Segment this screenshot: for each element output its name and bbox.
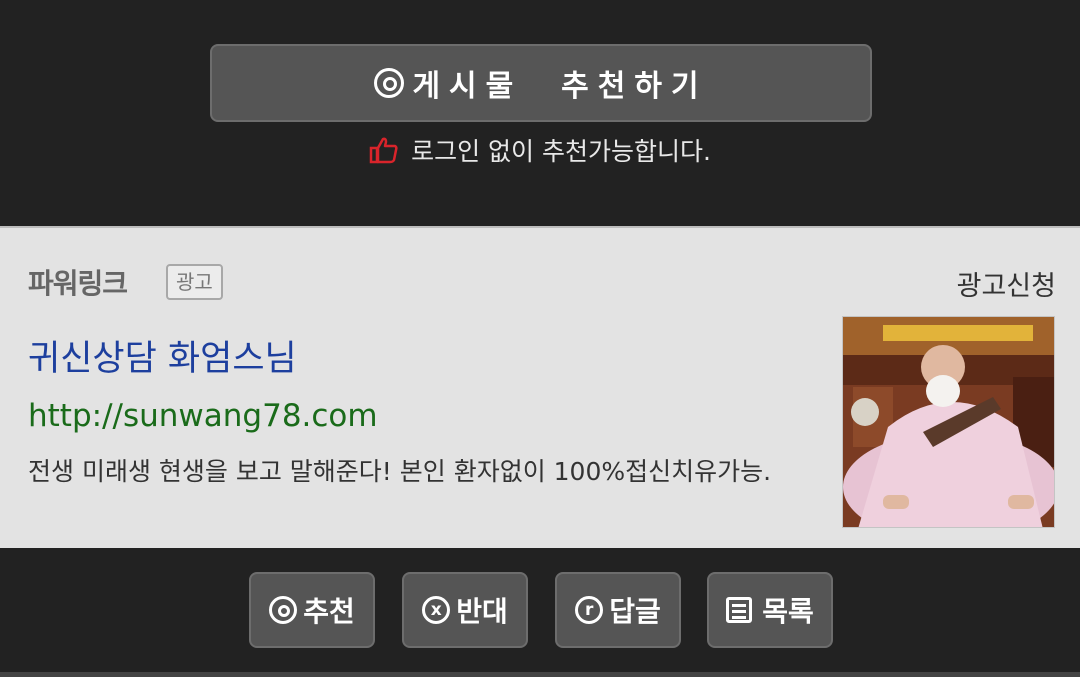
list-icon: [726, 597, 753, 623]
circle-o-icon: [269, 596, 298, 624]
monk-photo-icon: [843, 317, 1054, 527]
ad-brand: 파워링크: [28, 267, 128, 300]
ad-title-link[interactable]: 귀신상담 화엄스님: [28, 330, 297, 381]
ad-thumbnail[interactable]: [842, 316, 1055, 528]
recommend-button[interactable]: 추천: [249, 572, 375, 648]
oppose-button[interactable]: x 반대: [402, 572, 528, 648]
ad-apply-link[interactable]: 광고신청: [957, 264, 1056, 303]
oppose-button-label: 반대: [456, 595, 508, 628]
circle-x-icon: x: [422, 596, 451, 624]
reply-button-label: 답글: [609, 595, 661, 628]
recommend-post-button[interactable]: 게시물 추천하기: [210, 44, 872, 122]
list-button-label: 목록: [762, 595, 814, 628]
recommend-button-label: 추천: [303, 595, 355, 628]
page: 게시물 추천하기 로그인 없이 추천가능합니다. 파워링크 광고 광고신청 귀신…: [0, 0, 1080, 677]
recommend-area: 게시물 추천하기 로그인 없이 추천가능합니다.: [0, 0, 1080, 226]
reply-button[interactable]: r 답글: [555, 572, 681, 648]
ad-description: 전생 미래생 현생을 보고 말해준다! 본인 환자없이 100%접신치유가능.: [28, 457, 772, 486]
circle-o-icon: [374, 68, 405, 98]
bottom-action-bar: 추천 x 반대 r 답글 목록: [0, 548, 1080, 677]
login-note-text: 로그인 없이 추천가능합니다.: [411, 137, 711, 166]
bottom-divider: [0, 672, 1080, 677]
login-note: 로그인 없이 추천가능합니다.: [0, 128, 1080, 172]
thumbs-up-icon: [369, 137, 398, 164]
circle-r-icon: r: [575, 596, 604, 624]
list-button[interactable]: 목록: [707, 572, 833, 648]
ad-panel: 파워링크 광고 광고신청 귀신상담 화엄스님 http://sunwang78.…: [0, 226, 1080, 548]
recommend-post-label: 게시물 추천하기: [412, 69, 708, 104]
ad-badge: 광고: [166, 264, 223, 300]
ad-url-link[interactable]: http://sunwang78.com: [28, 398, 378, 434]
